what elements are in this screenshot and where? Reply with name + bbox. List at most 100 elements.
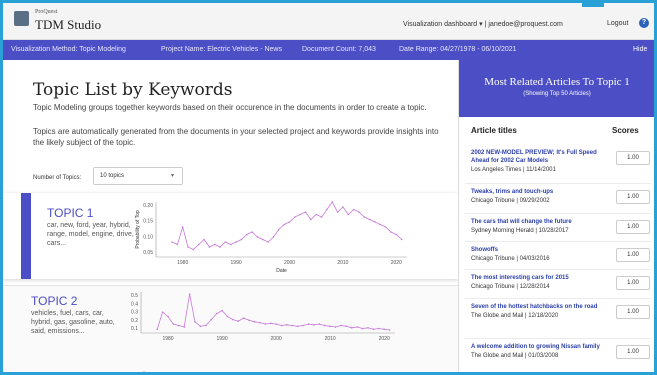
data-point bbox=[296, 325, 299, 328]
info-bar: Visualization Method: Topic Modeling Pro… bbox=[3, 40, 654, 60]
data-point bbox=[395, 233, 398, 236]
article-score: 1.00 bbox=[616, 248, 650, 262]
data-point bbox=[310, 218, 312, 221]
article-title-link[interactable]: 2002 NEW-MODEL PREVIEW; It's Full Speed … bbox=[471, 149, 611, 165]
data-point bbox=[326, 208, 328, 211]
data-point bbox=[288, 221, 291, 223]
article-item[interactable]: The cars that will change the future Sydn… bbox=[471, 218, 611, 235]
data-point bbox=[213, 243, 216, 246]
top-header: ProQuest TDM Studio Visualization dashbo… bbox=[3, 3, 654, 40]
article-item[interactable]: The most interesting cars for 2015 Chicag… bbox=[471, 274, 611, 291]
data-point bbox=[248, 319, 250, 322]
x-tick-label: 1980 bbox=[162, 336, 173, 342]
dashboard-menu[interactable]: Visualization dashboard ▾ | janedoe@proq… bbox=[403, 20, 563, 28]
topic-card-1[interactable]: TOPIC 1 car, new, ford, year, hybrid, ra… bbox=[3, 193, 458, 279]
date-range-text: Date Range: 04/27/1978 - 06/10/2021 bbox=[399, 46, 517, 53]
article-item[interactable]: A welcome addition to growing Nissan fam… bbox=[471, 343, 611, 360]
data-point bbox=[210, 318, 213, 321]
data-point bbox=[194, 321, 196, 323]
article-title-link[interactable]: Tweaks, trims and touch-ups bbox=[471, 188, 611, 196]
chevron-down-icon: ▾ bbox=[170, 173, 174, 179]
y-tick-label: 0.1 bbox=[131, 326, 138, 332]
topic-1-trend-chart: 0.20 0.15 0.10 0.05 1980 1990 2000 2010 2020 Prob… bbox=[135, 201, 407, 273]
topic-2-trend-chart: 0.5 0.4 0.3 0.2 0.1 1980 1990 2000 2010 2020 bbox=[131, 292, 395, 342]
data-point bbox=[232, 318, 234, 321]
data-point bbox=[384, 226, 387, 228]
data-point bbox=[334, 326, 337, 328]
data-point bbox=[192, 248, 195, 251]
article-separator bbox=[465, 298, 651, 299]
app-frame: ProQuest TDM Studio Visualization dashbo… bbox=[0, 0, 657, 375]
hide-button[interactable]: Hide bbox=[633, 46, 647, 53]
data-point bbox=[358, 211, 360, 213]
related-subtitle: (Showing Top 50 Articles) bbox=[523, 91, 591, 97]
data-point bbox=[256, 236, 259, 238]
data-point bbox=[352, 208, 355, 211]
related-articles-header: Most Related Articles To Topic 1 (Showin… bbox=[459, 60, 654, 117]
data-point bbox=[245, 233, 248, 236]
data-point bbox=[283, 223, 285, 226]
article-separator bbox=[465, 338, 651, 339]
help-icon[interactable]: ? bbox=[639, 18, 649, 28]
data-point bbox=[383, 328, 385, 331]
data-point bbox=[188, 293, 191, 296]
article-title-link[interactable]: The most interesting cars for 2015 bbox=[471, 274, 611, 282]
num-topics-label: Number of Topics: bbox=[33, 175, 82, 181]
article-item[interactable]: Seven of the hottest hatchbacks on the r… bbox=[471, 303, 611, 320]
data-point bbox=[161, 311, 164, 313]
data-point bbox=[171, 241, 173, 243]
data-point bbox=[286, 324, 288, 326]
data-point bbox=[307, 323, 310, 325]
description-2: Topics are automatically generated from … bbox=[33, 127, 439, 147]
data-point bbox=[219, 246, 221, 248]
x-tick-label: 1980 bbox=[177, 260, 188, 266]
data-point bbox=[205, 324, 207, 327]
data-point bbox=[183, 326, 186, 328]
data-point bbox=[313, 324, 315, 326]
data-point bbox=[318, 323, 321, 325]
data-point bbox=[294, 216, 296, 218]
x-tick-label: 2020 bbox=[391, 260, 402, 266]
logout-link[interactable]: Logout bbox=[607, 20, 628, 27]
data-point bbox=[208, 246, 211, 248]
article-score: 1.00 bbox=[616, 305, 650, 319]
num-topics-value: 10 topics bbox=[100, 173, 125, 179]
article-item[interactable]: Tweaks, trims and touch-ups Chicago Tribu… bbox=[471, 188, 611, 205]
scroll-up-icon[interactable]: ︿ bbox=[141, 366, 147, 372]
description-1: Topic Modeling groups together keywords … bbox=[33, 103, 427, 112]
article-source: The Globe and Mail | 12/18/2020 bbox=[471, 313, 559, 319]
data-point bbox=[302, 324, 304, 327]
data-point bbox=[291, 324, 294, 327]
article-score: 1.00 bbox=[616, 151, 650, 165]
data-point bbox=[315, 213, 318, 216]
col-article-titles: Article titles bbox=[471, 126, 517, 135]
article-item[interactable]: Showoffs Chicago Tribune | 04/03/2016 bbox=[471, 246, 611, 263]
article-score: 1.00 bbox=[616, 220, 650, 234]
article-source: Chicago Tribune | 09/29/2002 bbox=[471, 198, 550, 204]
x-tick-label: 1990 bbox=[231, 260, 242, 266]
article-item[interactable]: 2002 NEW-MODEL PREVIEW; It's Full Speed … bbox=[471, 149, 611, 174]
data-point bbox=[342, 206, 344, 208]
topic-card-2[interactable]: TOPIC 2 vehicles, fuel, cars, car, hybri… bbox=[3, 285, 458, 372]
page-title: Topic List by Keywords bbox=[33, 80, 233, 100]
topic-list-panel: Topic List by Keywords Topic Modeling gr… bbox=[3, 60, 458, 372]
num-topics-select[interactable]: 10 topics ▾ bbox=[93, 167, 183, 185]
article-separator bbox=[465, 269, 651, 270]
article-title-link[interactable]: The cars that will change the future bbox=[471, 218, 611, 226]
data-point bbox=[197, 243, 200, 246]
article-score: 1.00 bbox=[616, 276, 650, 290]
article-title-link[interactable]: Showoffs bbox=[471, 246, 611, 254]
data-point bbox=[388, 329, 391, 331]
y-tick-label: 0.15 bbox=[143, 219, 153, 225]
doc-count-text: Document Count: 7,043 bbox=[302, 46, 376, 53]
article-separator bbox=[465, 241, 651, 242]
topic-keywords: car, new, ford, year, hybrid, range, mod… bbox=[47, 222, 134, 247]
data-point bbox=[367, 326, 369, 329]
x-tick-label: 2010 bbox=[325, 336, 336, 342]
data-point bbox=[374, 221, 376, 223]
y-tick-label: 0.10 bbox=[143, 234, 153, 240]
x-tick-label: 2000 bbox=[271, 336, 282, 342]
data-point bbox=[262, 238, 264, 241]
article-title-link[interactable]: Seven of the hottest hatchbacks on the r… bbox=[471, 303, 611, 311]
article-title-link[interactable]: A welcome addition to growing Nissan fam… bbox=[471, 343, 611, 351]
